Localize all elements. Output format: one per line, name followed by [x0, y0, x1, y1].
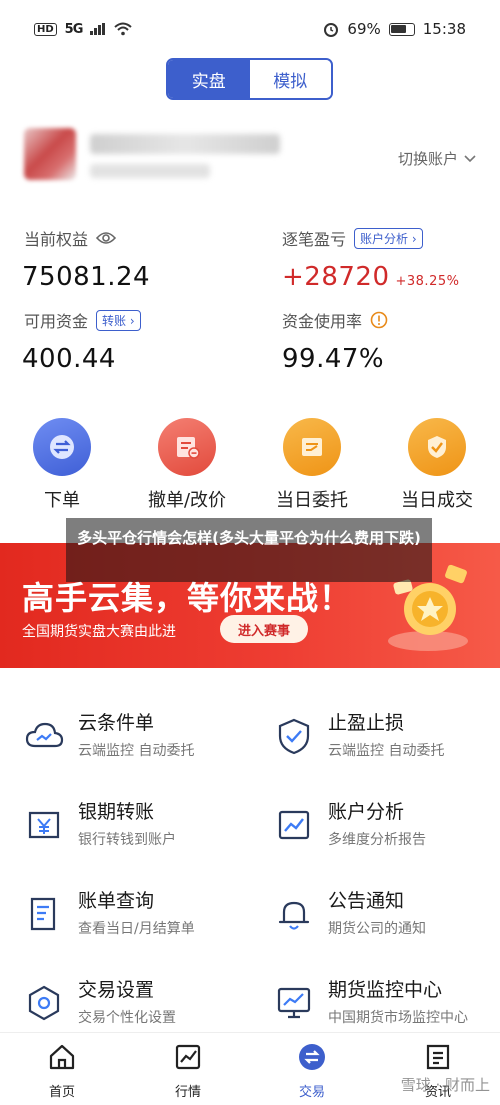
status-bar: HD 5G 69% 15:38 [0, 0, 500, 58]
menu-subtitle: 多维度分析报告 [328, 832, 426, 848]
account-mode-tabs: 实盘 模拟 [166, 58, 333, 100]
clock: 15:38 [422, 20, 466, 38]
menu-subtitle: 云端监控 自动委托 [78, 743, 195, 759]
tab-simulated[interactable]: 模拟 [249, 60, 331, 98]
usage-label: 资金使用率 [282, 312, 363, 331]
overlay-caption: 多头平仓行情会怎样(多头大量平仓为什么费用下跌) [66, 518, 432, 582]
enter-competition-button[interactable]: 进入赛事 [220, 615, 308, 643]
nav-trade[interactable]: 交易 [272, 1043, 352, 1100]
account-header: 切换账户 [24, 120, 476, 200]
nav-label: 首页 [48, 1085, 75, 1100]
pnl-label-row: 逐笔盈亏 账户分析 › [282, 226, 423, 250]
watermark: 雪球 · 财而上 [400, 1076, 490, 1094]
account-name-redacted [90, 134, 280, 154]
menu-title: 账户分析 [328, 801, 405, 823]
menu-title: 止盈止损 [328, 712, 405, 734]
cancel-order-icon [158, 418, 216, 476]
avail-label: 可用资金 [24, 312, 89, 331]
menu-title: 交易设置 [78, 979, 155, 1001]
pnl-percent: +38.25% [395, 274, 460, 289]
menu-subtitle: 云端监控 自动委托 [328, 743, 445, 759]
pnl-value: +28720 [282, 262, 390, 292]
action-label: 撤单/改价 [147, 490, 227, 511]
action-label: 当日成交 [401, 490, 473, 511]
equity-label: 当前权益 [24, 230, 89, 249]
warning-info-icon[interactable] [370, 311, 388, 329]
menu-account-analysis[interactable]: 账户分析 多维度分析报告 [274, 797, 500, 867]
account-analysis-button-label: 账户分析 [360, 231, 409, 246]
menu-subtitle: 期货公司的通知 [328, 921, 426, 937]
yuan-transfer-icon [28, 811, 60, 839]
signal-bars-icon [90, 23, 106, 35]
nav-market[interactable]: 行情 [148, 1043, 228, 1100]
market-icon [175, 1044, 201, 1070]
bell-icon [278, 901, 310, 930]
menu-title: 银期转账 [78, 801, 155, 823]
deal-icon [408, 418, 466, 476]
equity-label-row: 当前权益 [24, 226, 117, 250]
nav-home[interactable]: 首页 [22, 1043, 102, 1100]
chevron-down-icon [464, 154, 476, 162]
action-label: 下单 [44, 490, 80, 511]
nav-label: 交易 [298, 1085, 325, 1100]
exchange-icon [33, 418, 91, 476]
bill-icon [30, 897, 56, 931]
hd-badge: HD [34, 22, 57, 36]
menu-announcements[interactable]: 公告通知 期货公司的通知 [274, 886, 500, 956]
menu-subtitle: 银行转钱到账户 [78, 832, 176, 848]
menu-subtitle: 交易个性化设置 [78, 1010, 176, 1026]
account-id-redacted [90, 164, 210, 178]
menu-bank-futures-transfer[interactable]: 银期转账 银行转钱到账户 [24, 797, 254, 867]
equity-value: 75081.24 [22, 262, 151, 292]
nav-label: 行情 [174, 1085, 201, 1100]
avail-value: 400.44 [22, 344, 116, 374]
trade-icon [299, 1044, 325, 1070]
banner-subtitle: 全国期货实盘大赛由此进 [22, 624, 176, 640]
switch-account-label: 切换账户 [397, 150, 458, 168]
action-label: 当日委托 [276, 490, 348, 511]
action-cancel-order[interactable]: 撤单/改价 [127, 418, 247, 512]
pnl-label: 逐笔盈亏 [282, 230, 347, 249]
pnl-row: +28720 +38.25% [282, 262, 459, 292]
usage-value: 99.47% [282, 344, 385, 374]
menu-title: 账单查询 [78, 890, 155, 912]
eye-icon[interactable] [96, 231, 117, 245]
settings-hex-icon [28, 985, 60, 1021]
menu-take-profit-stop-loss[interactable]: 止盈止损 云端监控 自动委托 [274, 708, 500, 778]
action-today-entrust[interactable]: 当日委托 [252, 418, 372, 512]
account-analysis-button[interactable]: 账户分析 › [354, 227, 423, 249]
battery-icon [388, 22, 415, 36]
menu-subtitle: 中国期货市场监控中心 [328, 1010, 468, 1026]
avail-label-row: 可用资金 转账 › [24, 308, 141, 332]
entrust-icon [283, 418, 341, 476]
action-today-deal[interactable]: 当日成交 [377, 418, 497, 512]
alarm-icon [324, 23, 339, 37]
battery-percent: 69% [347, 20, 381, 38]
menu-title: 公告通知 [328, 890, 405, 912]
shield-check-icon [278, 718, 310, 755]
menu-subtitle: 查看当日/月结算单 [78, 921, 195, 937]
switch-account-button[interactable]: 切换账户 [398, 148, 476, 169]
action-place-order[interactable]: 下单 [2, 418, 122, 512]
avatar [24, 128, 76, 180]
menu-title: 期货监控中心 [328, 979, 443, 1001]
transfer-button-label: 转账 [102, 313, 127, 328]
transfer-button[interactable]: 转账 › [96, 309, 141, 331]
menu-title: 云条件单 [78, 712, 155, 734]
monitor-icon [277, 987, 311, 1019]
menu-bill-query[interactable]: 账单查询 查看当日/月结算单 [24, 886, 254, 956]
cloud-icon [25, 722, 64, 748]
home-icon [49, 1044, 75, 1070]
analysis-chart-icon [278, 810, 310, 840]
menu-cloud-condition-order[interactable]: 云条件单 云端监控 自动委托 [24, 708, 254, 778]
tab-real[interactable]: 实盘 [168, 60, 250, 98]
signal-indicator: 5G [64, 21, 84, 37]
wifi-icon [114, 22, 133, 36]
news-icon [426, 1044, 450, 1070]
usage-label-row: 资金使用率 [282, 308, 388, 332]
